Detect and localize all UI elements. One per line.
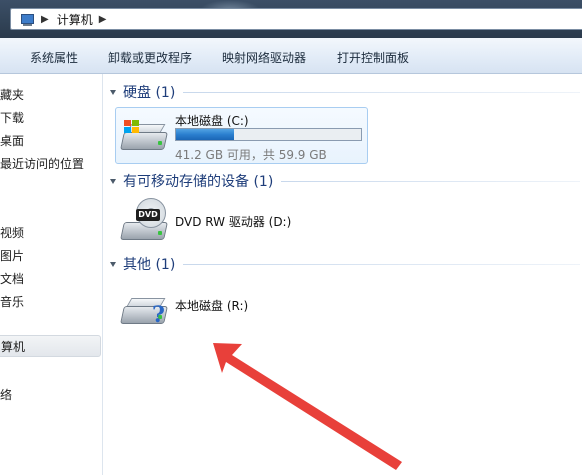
annotation-arrow (213, 343, 402, 470)
